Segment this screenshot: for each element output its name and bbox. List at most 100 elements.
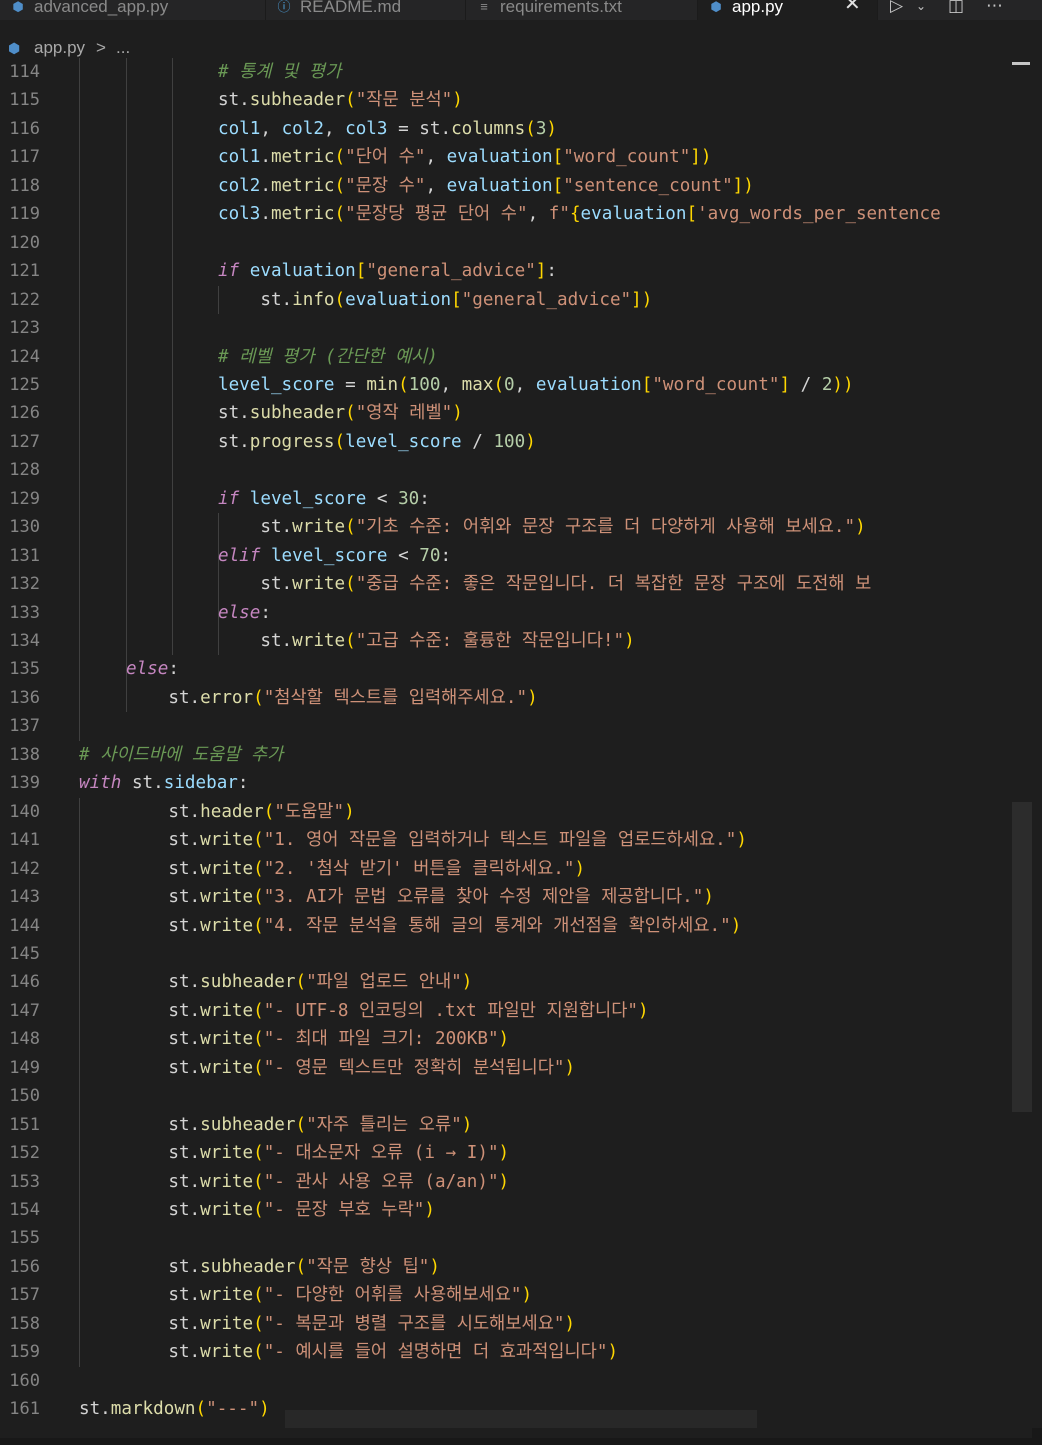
code-line[interactable]: 145 — [0, 940, 1042, 968]
code-line[interactable]: 129 if level_score < 30: — [0, 485, 1042, 513]
code-token: ( — [253, 1143, 264, 1164]
run-icon[interactable]: ▷ — [890, 0, 903, 15]
code-line[interactable]: 144 st.write("4. 작문 분석을 통해 글의 통계와 개선점을 확… — [0, 912, 1042, 940]
code-line[interactable]: 130 st.write("기초 수준: 어휘와 문장 구조를 더 다양하게 사… — [0, 513, 1042, 541]
code-line[interactable]: 146 st.subheader("파일 업로드 안내") — [0, 968, 1042, 996]
tab-advanced-app[interactable]: ⬢ advanced_app.py — [0, 0, 266, 20]
breadcrumb-more[interactable]: ... — [116, 36, 130, 60]
lines-icon: ≡ — [480, 0, 488, 14]
more-actions-icon[interactable]: ⋯ — [986, 0, 1003, 15]
code-token: , — [527, 204, 549, 225]
code-editor[interactable]: 114 # 통계 및 평가 115 st.subheader("작문 분석") 116 c… — [0, 58, 1042, 1428]
horizontal-scrollbar[interactable] — [0, 1428, 1042, 1445]
line-number: 133 — [9, 602, 40, 623]
code-token: write — [200, 1313, 254, 1334]
code-line[interactable]: 155 — [0, 1224, 1042, 1252]
code-token: ) — [498, 1171, 510, 1192]
code-line[interactable]: 118 col2.metric("문장 수", evaluation["sente… — [0, 172, 1042, 200]
code-line[interactable]: 135 else: — [0, 655, 1042, 683]
tab-app[interactable]: ⬢ app.py ✕ — [698, 0, 878, 20]
tab-requirements[interactable]: ≡ requirements.txt — [466, 0, 698, 20]
code-line[interactable]: 152 st.write("- 대소문자 오류 (i → I)") — [0, 1139, 1042, 1167]
line-number: 118 — [9, 175, 40, 196]
code-token: "- 영문 텍스트만 정확히 분석됩니다" — [263, 1057, 565, 1078]
split-editor-icon[interactable]: ◫ — [948, 0, 964, 15]
info-icon: ⓘ — [277, 0, 291, 14]
code-line[interactable]: 125 level_score = min(100, max(0, evaluat… — [0, 371, 1042, 399]
code-line[interactable]: 141 st.write("1. 영어 작문을 입력하거나 텍스트 파일을 업로… — [0, 826, 1042, 854]
code-token: ) — [429, 1256, 440, 1277]
tab-bar: ⬢ advanced_app.py ⓘ README.md ≡ requirement… — [0, 0, 1042, 20]
code-line[interactable]: 140 st.header("도움말") — [0, 798, 1042, 826]
code-line[interactable]: 149 st.write("- 영문 텍스트만 정확히 분석됩니다") — [0, 1054, 1042, 1082]
line-number: 151 — [9, 1114, 40, 1135]
code-token: , — [514, 374, 536, 395]
code-token: subheader — [249, 403, 346, 424]
code-line[interactable]: 153 st.write("- 관사 사용 오류 (a/an)") — [0, 1168, 1042, 1196]
code-line[interactable]: 115 st.subheader("작문 분석") — [0, 86, 1042, 114]
code-token: # 사이드바에 도움말 추가 — [79, 744, 284, 765]
code-line[interactable]: 134 st.write("고급 수준: 훌륭한 작문입니다!") — [0, 627, 1042, 655]
code-line[interactable]: 138 # 사이드바에 도움말 추가 — [0, 741, 1042, 769]
breadcrumb-file[interactable]: app.py — [34, 36, 85, 60]
line-number: 124 — [9, 346, 40, 367]
code-line[interactable]: 122 st.info(evaluation["general_advice"]… — [0, 286, 1042, 314]
code-token: "3. AI가 문법 오류를 찾아 수정 제안을 제공합니다." — [263, 887, 704, 908]
code-line[interactable]: 156 st.subheader("작문 향상 팁") — [0, 1253, 1042, 1281]
code-line[interactable]: 142 st.write("2. '첨삭 받기' 버튼을 클릭하세요.") — [0, 855, 1042, 883]
code-token: ( — [334, 147, 346, 168]
code-token: ) — [564, 1057, 576, 1078]
code-line[interactable]: 137 — [0, 712, 1042, 740]
code-token: write — [200, 858, 254, 879]
code-line[interactable]: 127 st.progress(level_score / 100) — [0, 428, 1042, 456]
code-token: 70 — [419, 545, 441, 566]
code-token: "word_count" — [563, 147, 691, 168]
code-line[interactable]: 147 st.write("- UTF-8 인코딩의 .txt 파일만 지원합니… — [0, 997, 1042, 1025]
chevron-down-icon[interactable]: ⌄ — [916, 0, 926, 14]
code-token: 3 — [535, 118, 547, 139]
code-line[interactable]: 114 # 통계 및 평가 — [0, 58, 1042, 86]
code-line[interactable]: 132 st.write("중급 수준: 좋은 작문입니다. 더 복잡한 문장 … — [0, 570, 1042, 598]
code-line[interactable]: 119 col3.metric("문장당 평균 단어 수", f"{evaluat… — [0, 200, 1042, 228]
code-line[interactable]: 151 st.subheader("자주 틀리는 오류") — [0, 1111, 1042, 1139]
code-line[interactable]: 126 st.subheader("영작 레벨") — [0, 399, 1042, 427]
code-line[interactable]: 157 st.write("- 다양한 어휘를 사용해보세요") — [0, 1281, 1042, 1309]
code-token: st. — [218, 289, 293, 310]
code-token: "- 다양한 어휘를 사용해보세요" — [263, 1285, 522, 1306]
code-line[interactable]: 148 st.write("- 최대 파일 크기: 200KB") — [0, 1025, 1042, 1053]
code-line[interactable]: 123 — [0, 314, 1042, 342]
line-number: 114 — [9, 62, 40, 82]
code-line[interactable]: 121 if evaluation["general_advice"]: — [0, 257, 1042, 285]
code-token: ) — [521, 1285, 533, 1306]
code-line[interactable]: 131 elif level_score < 70: — [0, 542, 1042, 570]
code-line[interactable]: 117 col1.metric("단어 수", evaluation["word_… — [0, 143, 1042, 171]
code-line[interactable]: 154 st.write("- 문장 부호 누락") — [0, 1196, 1042, 1224]
code-token: , — [440, 374, 462, 395]
code-line[interactable]: 159 st.write("- 예시를 들어 설명하면 더 효과적입니다") — [0, 1338, 1042, 1366]
code-line[interactable]: 133 else: — [0, 599, 1042, 627]
code-text: st.info(evaluation["general_advice"]) — [218, 286, 652, 314]
tab-readme[interactable]: ⓘ README.md — [266, 0, 466, 20]
code-text: else: — [218, 599, 271, 627]
code-line[interactable]: 143 st.write("3. AI가 문법 오류를 찾아 수정 제안을 제공… — [0, 883, 1042, 911]
code-token: st. — [126, 972, 201, 993]
code-line[interactable]: 150 — [0, 1082, 1042, 1110]
code-text: col3.metric("문장당 평균 단어 수", f"{evaluation… — [218, 200, 941, 228]
code-line[interactable]: 116 col1, col2, col3 = st.columns(3) — [0, 115, 1042, 143]
code-line[interactable]: 160 — [0, 1367, 1042, 1395]
code-token: ( — [253, 1029, 264, 1050]
code-token: ] — [535, 261, 547, 282]
code-line[interactable]: 158 st.write("- 복문과 병렬 구조를 시도해보세요") — [0, 1310, 1042, 1338]
code-line[interactable]: 120 — [0, 229, 1042, 257]
code-line[interactable]: 139 with st.sidebar: — [0, 769, 1042, 797]
code-token: ) — [638, 1000, 649, 1021]
code-line[interactable]: 124 # 레벨 평가 (간단한 예시) — [0, 343, 1042, 371]
line-number: 134 — [9, 631, 40, 651]
code-token: write — [200, 1342, 254, 1363]
close-icon[interactable]: ✕ — [844, 0, 861, 14]
code-line[interactable]: 136 st.error("첨삭할 텍스트를 입력해주세요.") — [0, 684, 1042, 712]
code-line[interactable]: 128 — [0, 456, 1042, 484]
vertical-scrollbar-thumb[interactable] — [1012, 802, 1032, 1112]
code-token: : — [440, 545, 452, 566]
code-token: st. — [126, 1171, 201, 1192]
